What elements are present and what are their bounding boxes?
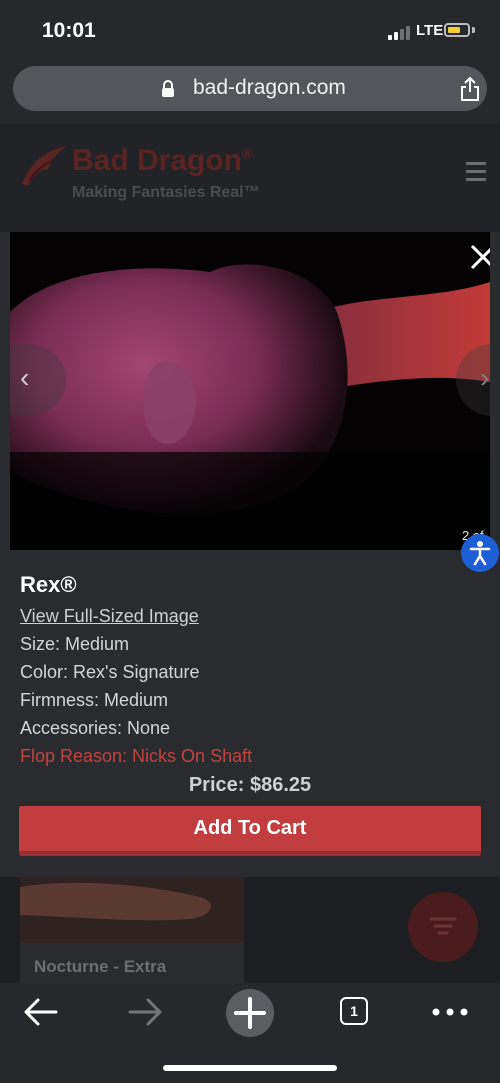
add-to-cart-label: Add To Cart [193, 817, 307, 839]
browser-toolbar: 1 [0, 983, 500, 1083]
product-photo [10, 232, 490, 550]
back-arrow-icon[interactable] [22, 997, 58, 1027]
product-price: Price: $86.25 [188, 774, 312, 796]
brand-tagline: Making Fantasies Real™ [72, 184, 260, 201]
site-header: Bad Dragon® Making Fantasies Real™ [0, 124, 500, 232]
signal-icon [388, 26, 410, 40]
filter-icon [429, 917, 457, 935]
network-type: LTE [416, 22, 444, 39]
product-name: Rex® [20, 572, 77, 597]
product-listing: Nocturne - Extra [0, 877, 500, 983]
close-icon[interactable] [470, 244, 490, 270]
status-bar: 10:01 LTE [0, 0, 500, 62]
status-time: 10:01 [42, 19, 96, 42]
view-full-size-link[interactable]: View Full-Sized Image [20, 606, 199, 627]
plus-icon [234, 997, 266, 1029]
detail-accessories: Accessories: None [20, 718, 171, 738]
forward-arrow-icon[interactable] [128, 997, 164, 1027]
lock-icon [162, 80, 174, 97]
url-text: bad-dragon.com [193, 76, 346, 99]
flop-reason: Flop Reason: Nicks On Shaft [20, 746, 253, 766]
browser-address-area: bad-dragon.com [0, 62, 500, 124]
add-to-cart-button[interactable]: Add To Cart [19, 806, 481, 856]
detail-firmness: Firmness: Medium [20, 690, 169, 710]
more-icon[interactable] [432, 1007, 468, 1017]
list-item[interactable]: Nocturne - Extra [20, 877, 244, 983]
brand-name[interactable]: Bad Dragon® [72, 144, 253, 178]
list-item-thumbnail [20, 877, 244, 943]
address-bar[interactable]: bad-dragon.com [13, 66, 487, 111]
accessibility-icon[interactable] [461, 534, 499, 572]
battery-tip [472, 27, 475, 33]
detail-color: Color: Rex's Signature [20, 662, 200, 682]
filter-button[interactable] [408, 892, 478, 962]
chevron-right-icon: › [480, 362, 490, 393]
battery-icon [444, 23, 470, 37]
product-image: ‹ › 2 of 3 [10, 232, 490, 550]
home-indicator [163, 1065, 337, 1071]
list-item-title: Nocturne - Extra [34, 957, 167, 976]
tab-count-button[interactable]: 1 [340, 997, 368, 1025]
chevron-left-icon: ‹ [20, 362, 30, 393]
dragon-logo-icon[interactable] [20, 144, 68, 188]
new-tab-button[interactable] [226, 989, 274, 1037]
product-modal: ‹ › 2 of 3 Rex® View Full-Sized Image Si… [0, 232, 500, 877]
hamburger-menu-icon[interactable] [466, 162, 486, 186]
accessibility-figure-icon [469, 541, 491, 566]
detail-size: Size: Medium [20, 634, 130, 654]
share-icon[interactable] [458, 76, 482, 102]
